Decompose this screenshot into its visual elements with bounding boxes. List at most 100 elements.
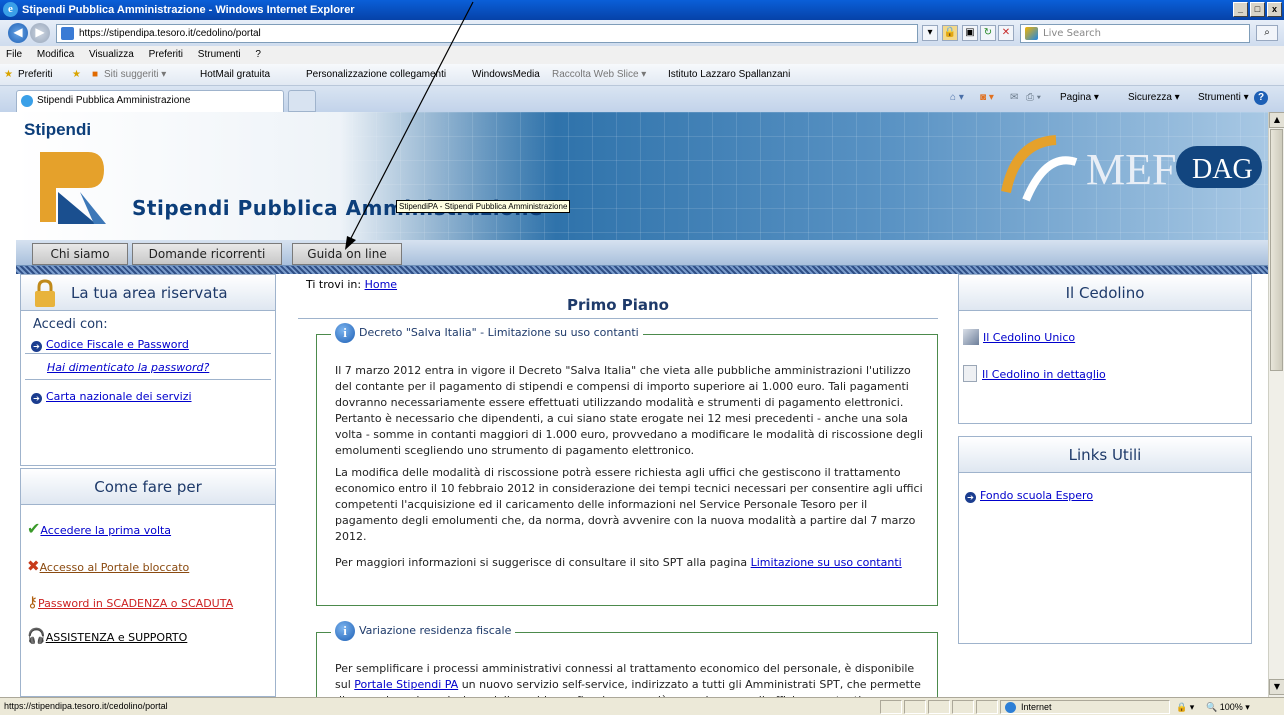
news-salva-italia: i Decreto "Salva Italia" - Limitazione su… <box>316 323 938 606</box>
arrow-icon: ➔ <box>31 341 42 352</box>
menu-help[interactable]: ? <box>255 49 261 60</box>
globe-icon <box>1005 702 1016 713</box>
home-icon[interactable]: ⌂ ▾ <box>950 92 964 103</box>
news2-title: Variazione residenza fiscale <box>359 624 512 637</box>
menu-bar: File Modifica Visualizza Preferiti Strum… <box>0 46 1284 64</box>
come-fare-header: Come fare per <box>21 469 275 505</box>
tab-stipendi[interactable]: Stipendi Pubblica Amministrazione <box>16 90 284 112</box>
window-title: Stipendi Pubblica Amministrazione - Wind… <box>22 4 355 16</box>
ie-logo-icon: e <box>3 2 18 17</box>
forward-button[interactable]: ▶ <box>30 23 50 43</box>
fav-hotmail[interactable]: HotMail gratuita <box>200 64 270 86</box>
breadcrumb-home-link[interactable]: Home <box>365 278 397 291</box>
maximize-button[interactable]: □ <box>1250 2 1265 17</box>
accedi-label: Accedi con: <box>33 317 108 332</box>
compat-icon[interactable]: ▣ <box>962 25 978 41</box>
scroll-thumb[interactable] <box>1270 129 1283 371</box>
menu-modifica[interactable]: Modifica <box>37 49 74 60</box>
fav-webslice[interactable]: Raccolta Web Slice ▾ <box>552 64 646 86</box>
limitazione-link[interactable]: Limitazione su uso contanti <box>751 556 902 569</box>
nav-guida-on-line[interactable]: Guida on line <box>292 243 402 265</box>
page-title: Primo Piano <box>567 296 669 314</box>
come-fare-panel: Come fare per ✔Accedere la prima volta ✖… <box>20 468 276 697</box>
dag-text: DAG <box>1192 154 1253 185</box>
close-button[interactable]: x <box>1267 2 1282 17</box>
info-icon: i <box>335 323 355 343</box>
feeds-icon[interactable]: ◙ ▾ <box>980 92 994 103</box>
come-item-prima-volta[interactable]: ✔Accedere la prima volta <box>27 519 171 538</box>
fav-suggested[interactable]: Siti suggeriti ▾ <box>104 64 166 86</box>
favorites-button[interactable]: Preferiti <box>18 64 52 86</box>
cedolino-panel: Il Cedolino Il Cedolino Unico Il Cedolin… <box>958 274 1252 424</box>
url-input[interactable]: https://stipendipa.tesoro.it/cedolino/po… <box>56 24 918 43</box>
news1-p2: La modifica delle modalità di riscossion… <box>335 466 923 543</box>
decorative-stripe <box>16 266 1268 274</box>
nav-domande-ricorrenti[interactable]: Domande ricorrenti <box>132 243 282 265</box>
arrow-icon: ➔ <box>31 393 42 404</box>
come-item-bloccato[interactable]: ✖Accesso al Portale bloccato <box>27 557 189 575</box>
live-search-icon <box>1025 27 1038 40</box>
fondo-espero-link[interactable]: ➔ Fondo scuola Espero <box>965 489 1093 503</box>
mail-icon[interactable]: ✉ <box>1010 92 1018 103</box>
add-favorite-icon[interactable]: ★ <box>72 64 81 86</box>
protected-mode-icon[interactable]: 🔒 ▾ <box>1176 699 1194 716</box>
area-riservata-panel: La tua area riservata Accedi con: ➔ Codic… <box>20 274 276 466</box>
links-utili-header: Links Utili <box>959 437 1251 473</box>
menu-strumenti[interactable]: Strumenti <box>198 49 241 60</box>
info-icon: i <box>335 621 355 641</box>
tab-ie-icon <box>21 95 33 107</box>
address-toolbar: ◀ ▶ https://stipendipa.tesoro.it/cedolin… <box>0 20 1284 46</box>
mef-text: MEF <box>1086 145 1176 194</box>
search-input[interactable]: Live Search <box>1020 24 1250 43</box>
news1-p3: Per maggiori informazioni si suggerisce … <box>335 556 902 569</box>
page-doc-icon <box>963 365 977 382</box>
fav-windowsmedia[interactable]: WindowsMedia <box>472 64 540 86</box>
news1-p1: Il 7 marzo 2012 entra in vigore il Decre… <box>335 364 923 457</box>
forgot-password-link[interactable]: Hai dimenticato la password? <box>47 361 209 374</box>
refresh-icon[interactable]: ↻ <box>980 25 996 41</box>
menu-pagina[interactable]: Pagina ▾ <box>1060 92 1099 103</box>
fav-personalizzazione[interactable]: Personalizzazione collegamenti <box>306 64 446 86</box>
padlock-icon <box>35 279 55 307</box>
help-icon[interactable]: ? <box>1254 91 1268 105</box>
favorites-bar: ★ Preferiti ★ ■ Siti suggeriti ▾ HotMail… <box>0 64 1284 86</box>
suggested-sites-icon: ■ <box>92 69 99 80</box>
arrow-icon: ➔ <box>965 492 976 503</box>
zoom-level: 100% <box>1219 702 1243 712</box>
cedolino-dettaglio-link[interactable]: Il Cedolino in dettaglio <box>963 365 1106 382</box>
cns-link[interactable]: ➔ Carta nazionale dei servizi <box>31 390 192 404</box>
back-button[interactable]: ◀ <box>8 23 28 43</box>
menu-strumenti-cmd[interactable]: Strumenti ▾ <box>1198 92 1249 103</box>
news1-title-row: i Decreto "Salva Italia" - Limitazione su… <box>331 323 643 343</box>
document-icon <box>963 329 979 345</box>
cedolino-unico-link[interactable]: Il Cedolino Unico <box>963 329 1075 345</box>
scroll-down-button[interactable]: ▼ <box>1269 679 1284 695</box>
nav-chi-siamo[interactable]: Chi siamo <box>32 243 128 265</box>
blocked-icon: ✖ <box>27 557 40 575</box>
dropdown-icon[interactable]: ▾ <box>922 25 938 41</box>
cf-password-link[interactable]: ➔ Codice Fiscale e Password <box>31 338 189 352</box>
stipendipa-logo-icon <box>40 152 106 224</box>
menu-visualizza[interactable]: Visualizza <box>89 49 134 60</box>
new-tab-button[interactable] <box>288 90 316 112</box>
scroll-up-button[interactable]: ▲ <box>1269 112 1284 128</box>
come-item-scadenza[interactable]: ⚷Password in SCADENZA o SCADUTA <box>27 593 233 611</box>
vertical-scrollbar[interactable]: ▲ ▼ <box>1268 112 1284 697</box>
menu-file[interactable]: File <box>6 49 22 60</box>
news1-title: Decreto "Salva Italia" - Limitazione su … <box>359 326 639 339</box>
area-riservata-title: La tua area riservata <box>71 284 228 302</box>
check-icon: ✔ <box>27 519 41 538</box>
news-residenza-fiscale: i Variazione residenza fiscale Per sempli… <box>316 621 938 697</box>
stop-icon[interactable]: ✕ <box>998 25 1014 41</box>
cedolino-header: Il Cedolino <box>959 275 1251 311</box>
minimize-button[interactable]: _ <box>1233 2 1248 17</box>
lock-icon[interactable]: 🔒 <box>942 25 958 41</box>
print-icon[interactable]: ⎙ ▾ <box>1026 92 1041 103</box>
fav-spallanzani[interactable]: Istituto Lazzaro Spallanzani <box>668 64 790 86</box>
menu-preferiti[interactable]: Preferiti <box>149 49 183 60</box>
menu-sicurezza[interactable]: Sicurezza ▾ <box>1128 92 1180 103</box>
zoom-button[interactable]: 🔍 100% ▾ <box>1206 699 1250 716</box>
search-go-icon[interactable]: ⌕ <box>1256 25 1278 41</box>
come-item-assistenza[interactable]: 🎧ASSISTENZA e SUPPORTO <box>27 627 187 645</box>
portale-link[interactable]: Portale Stipendi PA <box>354 678 458 691</box>
